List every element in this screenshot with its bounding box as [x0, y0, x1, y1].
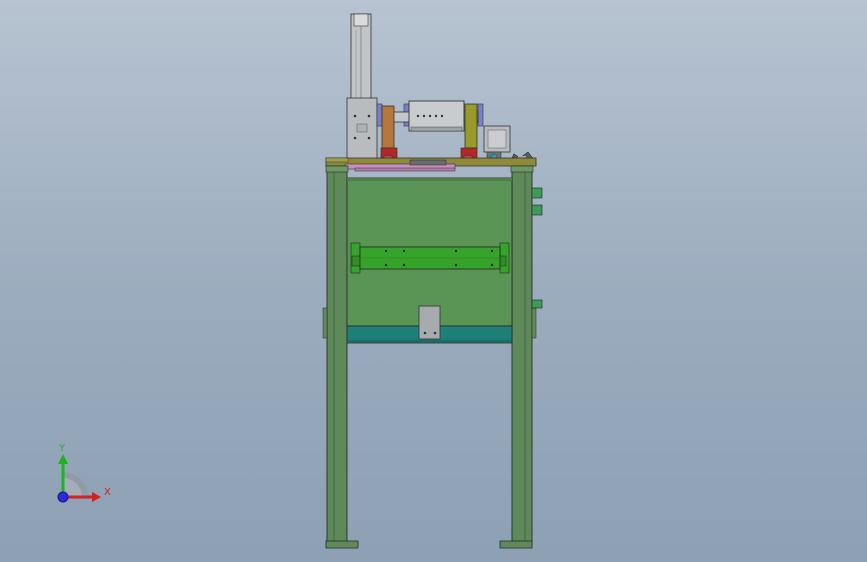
y-axis-label: Y	[59, 443, 66, 454]
cad-viewport[interactable]: Y X	[0, 0, 867, 562]
horizontal-linear-module[interactable]	[382, 100, 479, 132]
copper-plate	[381, 105, 395, 149]
z-axis-dot	[57, 491, 69, 503]
bracket-left	[376, 103, 383, 127]
bracket-right	[477, 103, 484, 127]
x-axis-label: X	[104, 487, 111, 498]
triad-graphic	[57, 454, 101, 503]
green-rail	[350, 242, 510, 274]
vertical-linear-module[interactable]	[346, 13, 378, 161]
side-button-3[interactable]	[531, 299, 543, 309]
machine-drawing	[322, 13, 543, 549]
motor-unit	[483, 125, 511, 161]
coordinate-triad[interactable]: Y X	[40, 440, 120, 510]
side-button-1[interactable]	[531, 187, 543, 199]
olive-plate	[464, 103, 478, 149]
side-button-2[interactable]	[531, 204, 543, 216]
center-block	[418, 305, 441, 340]
